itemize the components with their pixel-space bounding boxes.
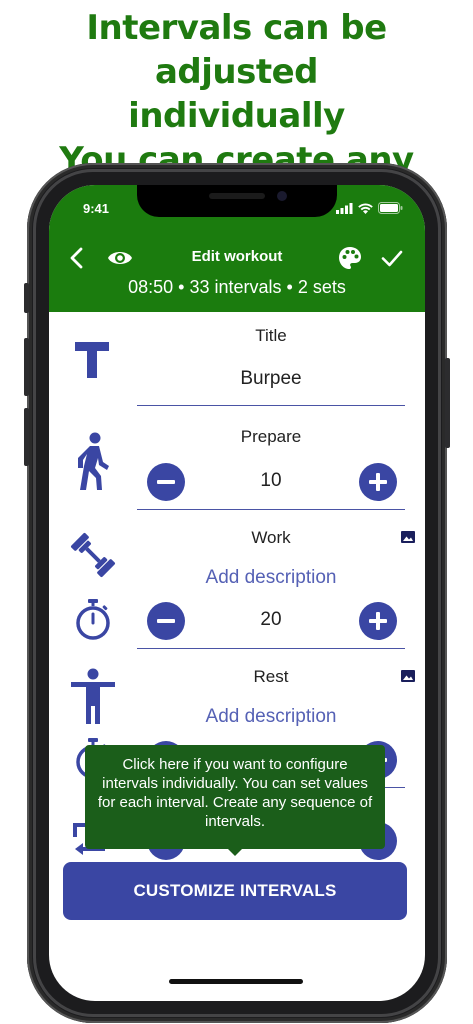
status-time: 9:41 [83, 201, 110, 216]
prepare-increase-button[interactable] [359, 463, 397, 501]
phone-frame: 9:41 Edit workout 08:50 • 33 intervals •… [24, 163, 450, 1023]
rest-label: Rest [253, 667, 289, 686]
customize-intervals-button[interactable]: CUSTOMIZE INTERVALS [63, 862, 407, 920]
wifi-icon [358, 203, 373, 214]
title-input[interactable]: Burpee [137, 368, 405, 390]
phone-screen: 9:41 Edit workout 08:50 • 33 intervals •… [49, 185, 425, 1001]
work-description-input[interactable]: Add description [137, 567, 405, 589]
speaker [209, 193, 265, 199]
volume-down-button [24, 408, 29, 466]
dumbbell-icon [70, 532, 116, 578]
plus-icon [369, 473, 387, 491]
battery-icon [378, 202, 403, 214]
cellular-signal-icon [336, 202, 353, 214]
plus-icon [369, 612, 387, 630]
title-label: Title [255, 326, 287, 345]
headline-line-1: Intervals can be adjusted [86, 8, 387, 92]
toolbar-title: Edit workout [191, 248, 283, 265]
walking-person-icon [78, 432, 109, 490]
customize-tooltip: Click here if you want to configure inte… [85, 745, 385, 856]
work-divider [137, 648, 405, 649]
toolbar: Edit workout [49, 237, 425, 277]
palette-icon[interactable] [337, 245, 363, 271]
home-indicator [169, 979, 303, 984]
image-icon[interactable] [401, 531, 415, 543]
prepare-divider [137, 509, 405, 510]
headline-line-2: individually [128, 96, 345, 136]
text-title-icon [75, 342, 109, 378]
mute-switch [24, 283, 29, 313]
front-camera [277, 191, 287, 201]
workout-summary: 08:50 • 33 intervals • 2 sets [128, 277, 346, 297]
work-increase-button[interactable] [359, 602, 397, 640]
stopwatch-icon [76, 599, 110, 640]
work-label: Work [251, 528, 291, 547]
rest-description-input[interactable]: Add description [137, 706, 405, 728]
prepare-label: Prepare [240, 427, 302, 446]
image-icon[interactable] [401, 670, 415, 682]
volume-up-button [24, 338, 29, 396]
notch [137, 185, 337, 217]
title-divider [137, 405, 405, 406]
power-button [445, 358, 450, 448]
status-icons [336, 202, 403, 214]
standing-person-icon [71, 668, 115, 724]
checkmark-icon[interactable] [379, 245, 405, 271]
